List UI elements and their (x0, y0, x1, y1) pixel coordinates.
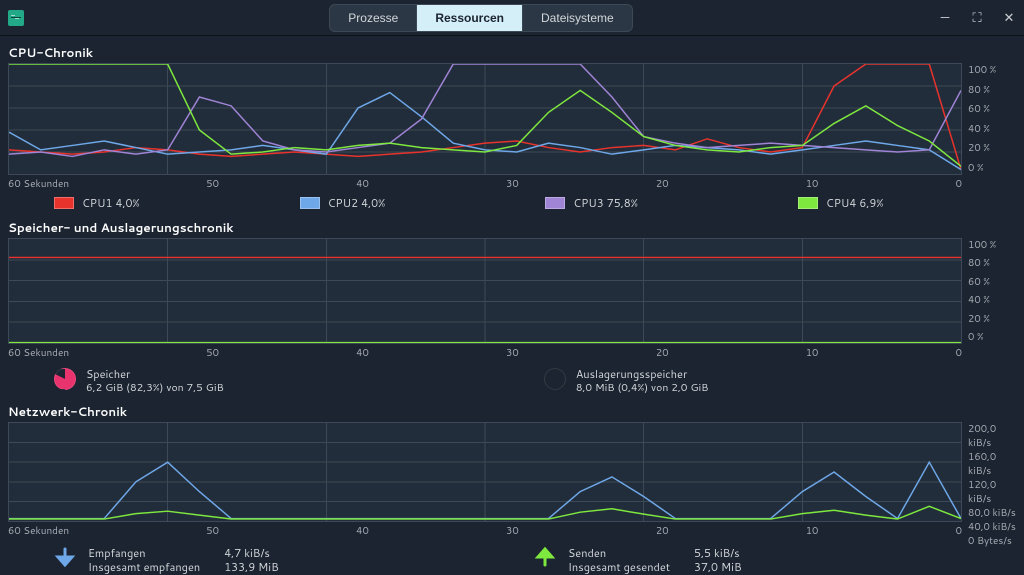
legend-send[interactable]: Senden Insgesamt gesendet 5,5 kiB/s 37,0… (534, 546, 954, 575)
mem-xaxis: 60 Sekunden50403020100 (8, 346, 1016, 360)
cpu-legend: CPU1 4,0% CPU2 4,0% CPU3 75,8% CPU4 6,9% (8, 195, 1016, 217)
legend-memory[interactable]: Speicher 6,2 GiB (82,3%) von 7,5 GiB (54, 368, 224, 395)
legend-cpu1[interactable]: CPU1 4,0% (54, 195, 140, 211)
send-total: 37,0 MiB (694, 560, 742, 574)
cpu-section-title: CPU-Chronik (8, 44, 1016, 61)
cpu-xaxis: 60 Sekunden50403020100 (8, 177, 1016, 191)
mem-chart (8, 238, 962, 344)
legend-cpu2[interactable]: CPU2 4,0% (300, 195, 386, 211)
net-legend: Empfangen Insgesamt empfangen 4,7 kiB/s … (8, 542, 1016, 575)
mem-section-title: Speicher- und Auslagerungschronik (8, 219, 1016, 236)
legend-label: CPU4 6,9% (826, 195, 884, 211)
swatch-icon (798, 197, 818, 209)
pie-icon (544, 368, 566, 390)
legend-cpu4[interactable]: CPU4 6,9% (798, 195, 884, 211)
view-tablist: Prozesse Ressourcen Dateisysteme (329, 4, 632, 32)
tab-resources[interactable]: Ressourcen (416, 5, 522, 31)
net-section-title: Netzwerk-Chronik (8, 403, 1016, 420)
send-total-label: Insgesamt gesendet (568, 560, 670, 574)
minimize-button[interactable]: — (938, 9, 952, 27)
send-rate: 5,5 kiB/s (694, 546, 742, 560)
upload-arrow-icon (534, 546, 556, 568)
net-yaxis: 200,0 kiB/s160,0 kiB/s120,0 kiB/s80,0 ki… (962, 422, 1016, 522)
swatch-icon (300, 197, 320, 209)
recv-rate: 4,7 kiB/s (224, 546, 279, 560)
legend-label: CPU3 75,8% (573, 195, 638, 211)
net-chart (8, 422, 962, 522)
download-arrow-icon (54, 546, 76, 568)
legend-label: Auslagerungsspeicher (576, 368, 709, 382)
legend-label: CPU1 4,0% (82, 195, 140, 211)
close-button[interactable]: ✕ (1002, 9, 1016, 27)
legend-swap[interactable]: Auslagerungsspeicher 8,0 MiB (0,4%) von … (544, 368, 709, 395)
recv-label: Empfangen (88, 546, 200, 560)
net-xaxis: 60 Sekunden50403020100 (8, 524, 1016, 538)
pie-icon (54, 368, 76, 390)
header-bar: Prozesse Ressourcen Dateisysteme — ⛶ ✕ (0, 0, 1024, 36)
legend-receive[interactable]: Empfangen Insgesamt empfangen 4,7 kiB/s … (54, 546, 474, 575)
recv-total: 133,9 MiB (224, 560, 279, 574)
app-icon (8, 10, 24, 26)
tab-processes[interactable]: Prozesse (330, 5, 416, 31)
legend-label: CPU2 4,0% (328, 195, 386, 211)
tab-filesystems[interactable]: Dateisysteme (522, 5, 632, 31)
mem-yaxis: 100 %80 %60 %40 %20 %0 % (962, 238, 1016, 344)
cpu-yaxis: 100 %80 %60 %40 %20 %0 % (962, 63, 1016, 175)
legend-cpu3[interactable]: CPU3 75,8% (545, 195, 638, 211)
swatch-icon (54, 197, 74, 209)
legend-label: Speicher (86, 368, 224, 382)
swatch-icon (545, 197, 565, 209)
legend-value: 6,2 GiB (82,3%) von 7,5 GiB (86, 382, 224, 395)
recv-total-label: Insgesamt empfangen (88, 560, 200, 574)
maximize-button[interactable]: ⛶ (970, 9, 984, 27)
cpu-chart (8, 63, 962, 175)
mem-legend: Speicher 6,2 GiB (82,3%) von 7,5 GiB Aus… (8, 364, 1016, 401)
send-label: Senden (568, 546, 670, 560)
legend-value: 8,0 MiB (0,4%) von 2,0 GiB (576, 382, 709, 395)
